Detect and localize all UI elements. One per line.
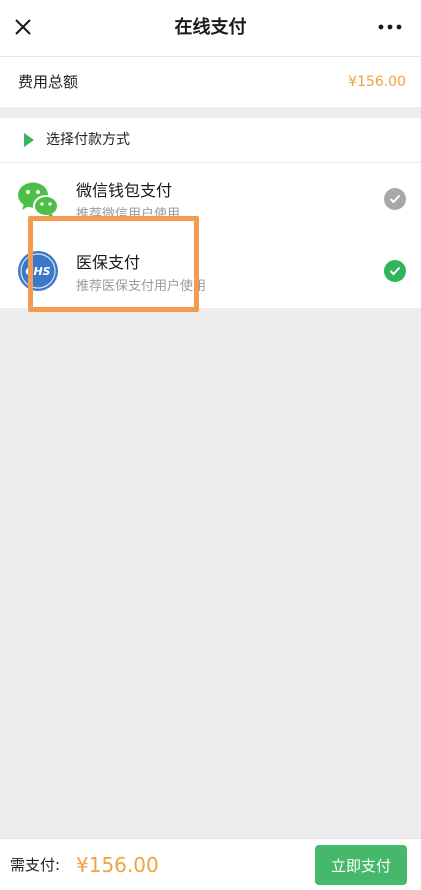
payment-option-desc: 推荐微信用户使用 (76, 207, 181, 222)
radio-check-icon[interactable] (384, 188, 406, 210)
payment-method-list: 微信钱包支付 推荐微信用户使用 CHS 医保支付 推荐医保支付用户使用 (0, 163, 421, 308)
payment-option-name: 微信钱包支付 (76, 181, 173, 200)
nav-bar: 在线支付 (0, 0, 421, 57)
fee-total-amount: ¥156.00 (348, 74, 406, 90)
payment-option-desc: 推荐医保支付用户使用 (76, 279, 207, 294)
more-icon (378, 24, 402, 30)
payment-page: 在线支付 费用总额 ¥156.00 选择付款方式 微信钱包支付 推荐微信用户使用… (0, 0, 421, 890)
bottom-pay-bar: 需支付: ¥156.00 立即支付 (0, 838, 421, 890)
payment-method-header: 选择付款方式 (0, 118, 421, 163)
payment-method-title: 选择付款方式 (46, 132, 130, 148)
wechat-icon (18, 182, 59, 219)
need-pay-amount: ¥156.00 (76, 853, 159, 877)
payment-option-medical-insurance[interactable]: CHS 医保支付 推荐医保支付用户使用 (0, 235, 421, 307)
close-button[interactable] (8, 12, 38, 42)
page-title: 在线支付 (174, 17, 247, 38)
fee-total-row: 费用总额 ¥156.00 (0, 57, 421, 107)
radio-check-icon[interactable] (384, 260, 406, 282)
pay-now-button[interactable]: 立即支付 (315, 845, 407, 885)
payment-option-wechat[interactable]: 微信钱包支付 推荐微信用户使用 (0, 163, 421, 235)
chs-icon-text: CHS (25, 265, 50, 278)
fee-total-label: 费用总额 (18, 73, 79, 91)
chs-icon: CHS (18, 251, 58, 291)
more-button[interactable] (375, 12, 405, 42)
need-pay-label: 需支付: (10, 856, 61, 874)
close-icon (15, 19, 31, 35)
play-icon (24, 133, 34, 147)
payment-option-name: 医保支付 (76, 253, 141, 272)
